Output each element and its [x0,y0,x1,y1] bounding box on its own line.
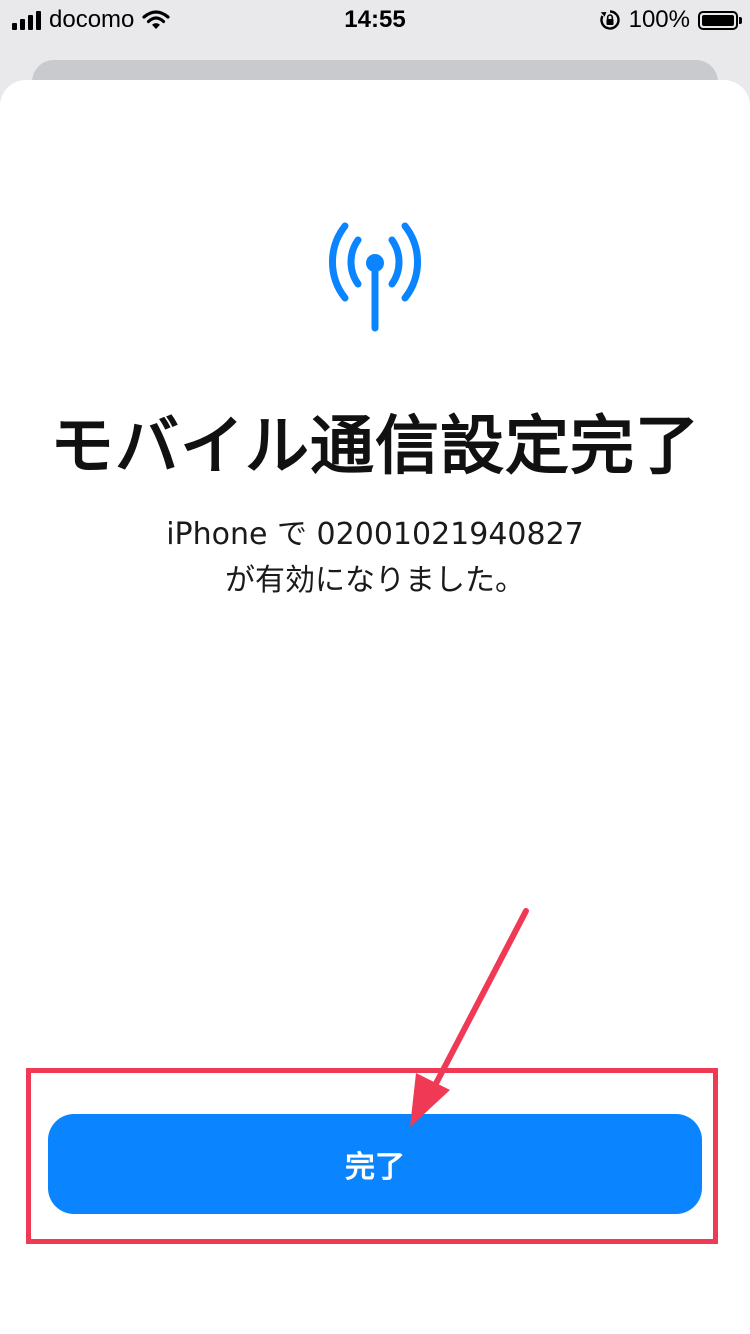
battery-percent: 100% [628,6,690,33]
status-right: 100% [599,6,742,34]
page-subtitle: iPhone で 02001021940827 が有効になりました。 [0,512,750,604]
subtitle-line-1: iPhone で 02001021940827 [166,517,584,552]
subtitle-line-2: が有効になりました。 [225,563,525,598]
orientation-lock-icon [599,10,620,30]
status-bar: docomo 14:55 100% [0,0,750,40]
page-title: モバイル通信設定完了 [50,410,700,484]
antenna-icon [329,222,421,332]
setup-complete-sheet: モバイル通信設定完了 iPhone で 02001021940827 が有効にな… [0,80,750,1334]
battery-icon [698,10,742,30]
done-button[interactable]: 完了 [48,1114,702,1214]
